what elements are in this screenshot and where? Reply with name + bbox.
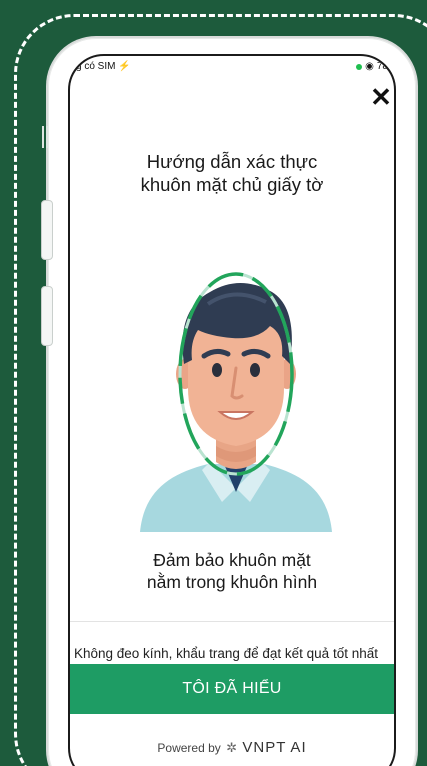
eye-right <box>250 363 260 377</box>
powered-by-footer: Powered by ✲ VNPT AI <box>70 739 394 756</box>
caption-line-1: Đảm bảo khuôn mặt <box>153 550 311 570</box>
volume-down-side-button <box>41 286 53 346</box>
tip-text: Không đeo kính, khẩu trang để đạt kết qu… <box>74 646 378 661</box>
app-stage: g có SIM ⚡ ◉ 78 ✕ Hướng dẫn xác thực khu… <box>0 0 427 766</box>
volume-up-side-button <box>41 200 53 260</box>
title-line-2: khuôn mặt chủ giấy tờ <box>140 174 324 195</box>
section-divider <box>70 621 394 622</box>
status-bar: g có SIM ⚡ ◉ 78 <box>70 56 394 78</box>
title-line-1: Hướng dẫn xác thực <box>146 151 318 172</box>
eye-left <box>212 363 222 377</box>
status-right: ◉ 78 <box>356 61 388 72</box>
caption-line-2: nằm trong khuôn hình <box>146 572 318 592</box>
close-button[interactable]: ✕ <box>368 84 394 110</box>
phone-screen: g có SIM ⚡ ◉ 78 ✕ Hướng dẫn xác thực khu… <box>68 54 396 766</box>
signal-icon: ⚡ <box>118 61 131 72</box>
location-icon: ◉ <box>365 61 374 72</box>
understood-button[interactable]: TÔI ĐÃ HIỂU <box>70 664 394 714</box>
vnpt-logo-icon: ✲ <box>226 740 238 755</box>
face-caption: Đảm bảo khuôn mặt nằm trong khuôn hình <box>70 549 394 593</box>
privacy-dot-icon <box>356 63 363 70</box>
understood-button-label: TÔI ĐÃ HIỂU <box>182 680 282 697</box>
brand-name: VNPT AI <box>242 739 307 756</box>
face-illustration <box>140 272 332 532</box>
phone-frame: g có SIM ⚡ ◉ 78 ✕ Hướng dẫn xác thực khu… <box>48 38 416 766</box>
silent-switch <box>42 126 48 148</box>
carrier-label: g có SIM ⚡ <box>76 61 131 72</box>
page-title: Hướng dẫn xác thực khuôn mặt chủ giấy tờ <box>70 150 394 196</box>
carrier-text: g có SIM <box>76 61 116 72</box>
close-icon: ✕ <box>370 82 392 112</box>
powered-by-label: Powered by <box>157 741 221 755</box>
battery-level: 78 <box>376 61 388 72</box>
